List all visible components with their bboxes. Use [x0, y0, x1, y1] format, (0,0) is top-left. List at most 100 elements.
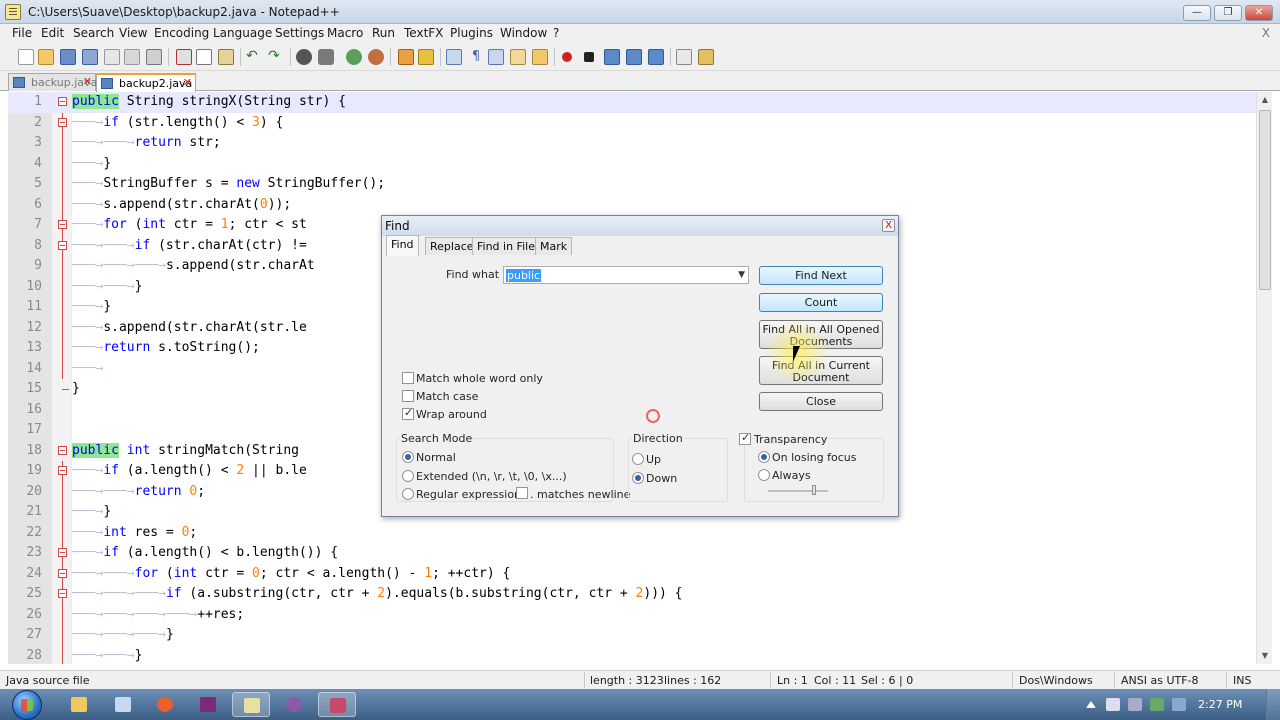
drive-icon[interactable] [1150, 698, 1164, 711]
stop-macro-icon[interactable] [584, 52, 594, 62]
find-next-button[interactable]: Find Next [759, 266, 883, 285]
minimize-button[interactable]: — [1183, 5, 1211, 21]
search-mode-normal-label[interactable]: Normal [416, 451, 456, 464]
menu-settings[interactable]: Settings [275, 26, 324, 40]
transparency-always-radio[interactable] [758, 469, 770, 481]
matches-newline-checkbox[interactable] [516, 487, 528, 499]
close-icon[interactable]: ✕ [183, 76, 192, 89]
match-whole-word-checkbox[interactable] [402, 372, 414, 384]
network-icon[interactable] [1128, 698, 1142, 711]
code-line[interactable]: 4 ───→} [8, 153, 1256, 174]
search-mode-extended-radio[interactable] [402, 470, 414, 482]
fold-toggle-icon[interactable] [58, 445, 67, 455]
indent-guide-icon[interactable] [488, 49, 504, 65]
menu-run[interactable]: Run [372, 26, 395, 40]
code-line[interactable]: 22 ───→int res = 0; [8, 522, 1256, 543]
vertical-scrollbar[interactable]: ▲ ▼ [1256, 92, 1272, 664]
taskbar-clock[interactable]: 2:27 PM [1198, 698, 1242, 711]
transparency-always-label[interactable]: Always [772, 469, 811, 482]
plugin-icon[interactable] [676, 49, 692, 65]
taskbar-browser[interactable] [146, 692, 184, 717]
menu-plugins[interactable]: Plugins [450, 26, 493, 40]
code-line[interactable]: 1 public String stringX(String str) { [8, 92, 1256, 113]
menu-encoding[interactable]: Encoding [154, 26, 209, 40]
tab-replace[interactable]: Replace [425, 237, 479, 255]
find-icon[interactable] [296, 49, 312, 65]
code-line[interactable]: 26 ───→───→───→───→++res; [8, 604, 1256, 625]
scroll-down-arrow-icon[interactable]: ▼ [1259, 650, 1271, 662]
code-line[interactable]: 3 ───→───→return str; [8, 133, 1256, 154]
taskbar-notepad-plus-plus[interactable] [232, 692, 270, 717]
window-close-button[interactable]: ✕ [1245, 5, 1273, 21]
sync-horizontal-icon[interactable] [418, 49, 434, 65]
record-macro-icon[interactable] [562, 52, 572, 62]
settings-tray-icon[interactable] [1172, 698, 1186, 711]
tab-find[interactable]: Find [386, 235, 419, 256]
taskbar-app-2[interactable] [104, 692, 142, 717]
menu-language[interactable]: Language [213, 26, 272, 40]
print-icon[interactable] [146, 49, 162, 65]
volume-icon[interactable] [1106, 698, 1120, 711]
taskbar-app-6[interactable] [275, 692, 313, 717]
search-mode-extended-label[interactable]: Extended (\n, \r, \t, \0, \x...) [416, 470, 567, 483]
word-wrap-icon[interactable] [446, 49, 462, 65]
sync-vertical-icon[interactable] [398, 49, 414, 65]
matches-newline-label[interactable]: . matches newline [530, 488, 630, 501]
menu-textfx[interactable]: TextFX [404, 26, 443, 40]
transparency-slider-track[interactable] [768, 490, 828, 492]
fold-toggle-icon[interactable] [58, 117, 67, 127]
code-line[interactable]: 28 ───→───→} [8, 645, 1256, 664]
match-case-label[interactable]: Match case [416, 390, 478, 403]
start-button[interactable] [12, 690, 42, 720]
zoom-in-icon[interactable] [346, 49, 362, 65]
find-dialog-close-button[interactable]: X [882, 219, 895, 232]
play-macro-icon[interactable] [604, 49, 620, 65]
code-line[interactable]: 25 ───→───→───→if (a.substring(ctr, ctr +… [8, 584, 1256, 605]
find-what-input[interactable]: public ▼ [503, 266, 749, 284]
redo-icon[interactable]: ↷ [268, 49, 284, 65]
maximize-button[interactable]: ❐ [1214, 5, 1242, 21]
find-dialog-titlebar[interactable]: Find X [382, 216, 898, 236]
wrap-around-checkbox[interactable] [402, 406, 414, 420]
menu-file[interactable]: File [12, 26, 32, 40]
menu-macro[interactable]: Macro [327, 26, 363, 40]
tab-backup-java[interactable]: backup.java ✕ [8, 73, 97, 91]
save-macro-icon[interactable] [648, 49, 664, 65]
user-language-icon[interactable] [510, 49, 526, 65]
plugin-folder-icon[interactable] [698, 49, 714, 65]
replace-icon[interactable] [318, 49, 334, 65]
show-all-chars-icon[interactable]: ¶ [468, 49, 484, 65]
new-file-icon[interactable] [18, 49, 34, 65]
fold-toggle-icon[interactable] [58, 548, 67, 557]
direction-down-label[interactable]: Down [646, 472, 677, 485]
transparency-on-losing-focus-label[interactable]: On losing focus [772, 451, 857, 464]
taskbar-app-4[interactable] [189, 692, 227, 717]
fold-toggle-icon[interactable] [58, 240, 67, 250]
transparency-label[interactable]: Transparency [753, 433, 829, 446]
transparency-checkbox[interactable] [739, 431, 751, 445]
copy-icon[interactable] [196, 49, 212, 65]
wrap-around-label[interactable]: Wrap around [416, 408, 487, 421]
cut-icon[interactable] [176, 49, 192, 65]
tab-mark[interactable]: Mark [535, 237, 573, 255]
scroll-up-arrow-icon[interactable]: ▲ [1259, 94, 1271, 106]
save-all-icon[interactable] [82, 49, 98, 65]
chevron-down-icon[interactable]: ▼ [738, 270, 745, 280]
search-mode-regex-radio[interactable] [402, 488, 414, 500]
undo-icon[interactable]: ↶ [246, 49, 262, 65]
taskbar-app-7[interactable] [318, 692, 356, 717]
search-mode-normal-radio[interactable] [402, 451, 414, 463]
fold-toggle-icon[interactable] [58, 220, 67, 229]
transparency-on-losing-focus-radio[interactable] [758, 451, 770, 463]
code-line[interactable]: 6 ───→s.append(str.charAt(0)); [8, 194, 1256, 215]
transparency-slider-thumb[interactable] [812, 485, 816, 495]
search-mode-regex-label[interactable]: Regular expression [416, 488, 521, 501]
menu-edit[interactable]: Edit [41, 26, 64, 40]
doc-map-icon[interactable] [532, 49, 548, 65]
fold-toggle-icon[interactable] [58, 97, 67, 106]
menu-search[interactable]: Search [73, 26, 114, 40]
menu-window[interactable]: Window [500, 26, 547, 40]
zoom-out-icon[interactable] [368, 49, 384, 65]
direction-up-label[interactable]: Up [646, 453, 661, 466]
match-whole-word-label[interactable]: Match whole word only [416, 372, 543, 385]
